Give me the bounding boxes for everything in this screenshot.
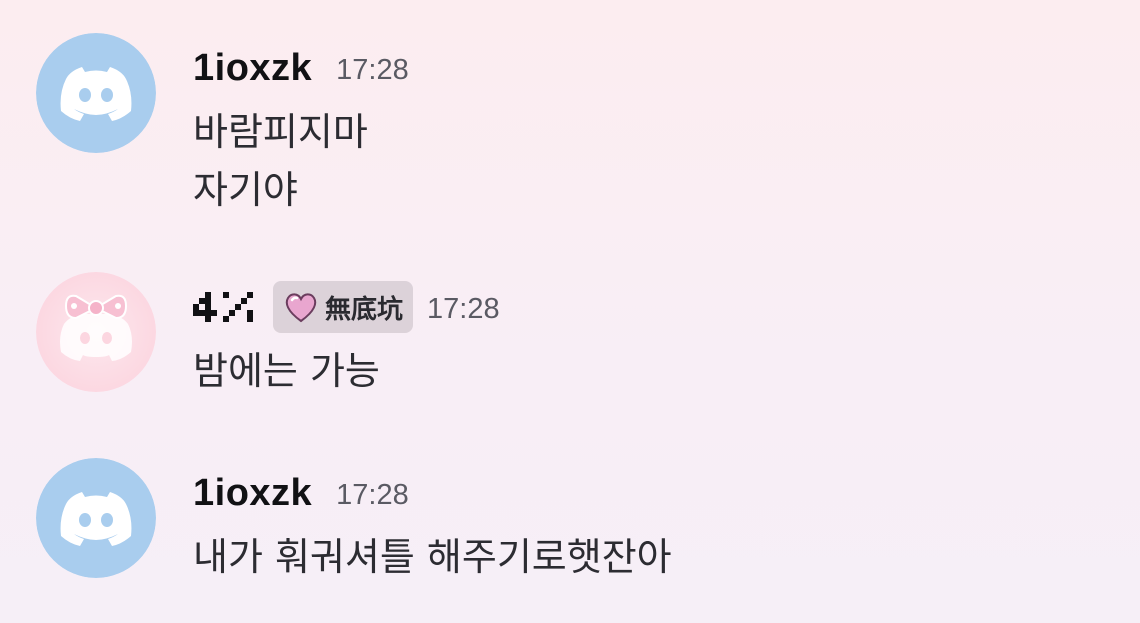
timestamp: 17:28 xyxy=(336,53,409,86)
username[interactable]: 1ioxzk xyxy=(193,47,312,90)
discord-logo-icon xyxy=(36,33,156,153)
avatar[interactable] xyxy=(36,458,156,578)
username[interactable] xyxy=(193,287,257,327)
username[interactable]: 1ioxzk xyxy=(193,472,312,515)
message-body: 1ioxzk 17:28 내가 훠궈셔틀 해주기로햇잔아 xyxy=(193,458,1093,586)
server-tag-label: 無底坑 xyxy=(325,294,404,325)
message-body: 無底坑 17:28 밤에는 가능 xyxy=(193,272,1093,400)
pixel-username-glyphs xyxy=(193,292,253,322)
message-text: 내가 훠궈셔틀 해주기로햇잔아 xyxy=(193,535,672,579)
message-header: 1ioxzk 17:28 xyxy=(193,458,1093,528)
server-tag[interactable]: 無底坑 xyxy=(273,281,414,333)
message-text: 바람피지마 xyxy=(193,110,368,154)
avatar[interactable] xyxy=(36,33,156,153)
message-header: 無底坑 17:28 xyxy=(193,272,1093,342)
message-body: 1ioxzk 17:28 바람피지마 자기야 xyxy=(193,33,1093,219)
timestamp: 17:28 xyxy=(427,292,500,325)
pink-bow-icon xyxy=(36,272,156,392)
message-header: 1ioxzk 17:28 xyxy=(193,33,1093,103)
timestamp: 17:28 xyxy=(336,478,409,511)
pink-heart-icon xyxy=(285,293,317,323)
avatar[interactable] xyxy=(36,272,156,392)
message-text: 자기야 xyxy=(193,168,298,212)
message-text: 밤에는 가능 xyxy=(193,349,380,393)
chat-log: 1ioxzk 17:28 바람피지마 자기야 無底坑 17:28 밤에는 가능 … xyxy=(0,0,1140,623)
discord-logo-icon xyxy=(36,458,156,578)
